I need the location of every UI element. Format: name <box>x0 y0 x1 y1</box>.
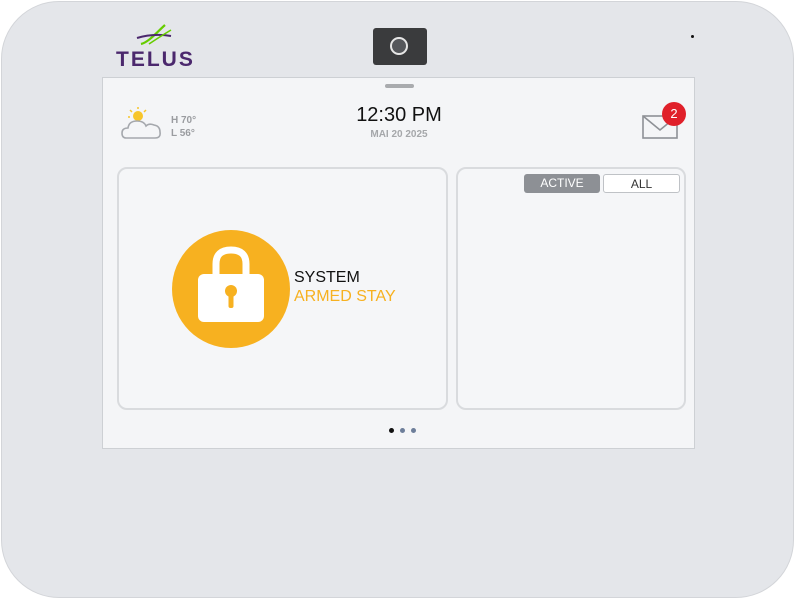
page-dot-1[interactable] <box>389 428 394 433</box>
unread-messages-badge[interactable]: 2 <box>662 102 686 126</box>
current-time: 12:30 PM <box>356 104 442 126</box>
current-date: MAI 20 2025 <box>370 129 428 140</box>
arm-status-button[interactable] <box>172 230 290 348</box>
status-title: SYSTEM <box>294 269 360 286</box>
temperature-low: L 56° <box>171 128 195 139</box>
tab-all[interactable]: ALL <box>603 174 680 193</box>
page-dot-3[interactable] <box>411 428 416 433</box>
page-dot-2[interactable] <box>400 428 405 433</box>
light-sensor <box>691 35 694 38</box>
camera-module <box>373 28 427 65</box>
temperature-readout: H 70° L 56° <box>171 114 196 140</box>
telus-swoosh-icon <box>136 24 172 46</box>
events-card: ACTIVE ALL <box>456 167 686 410</box>
brand-name: TELUS <box>116 48 195 71</box>
camera-lens-icon <box>390 37 408 55</box>
arm-state-label: ARMED STAY <box>294 288 396 305</box>
lock-icon <box>198 246 264 322</box>
tab-active[interactable]: ACTIVE <box>524 174 600 193</box>
security-status-card[interactable]: SYSTEM ARMED STAY <box>117 167 448 410</box>
temperature-high: H 70° <box>171 115 197 126</box>
touch-screen: H 70° L 56° 12:30 PM MAI 20 2025 2 SYSTE… <box>102 77 695 449</box>
clock: 12:30 PM MAI 20 2025 <box>333 104 465 140</box>
pull-down-handle[interactable] <box>385 84 414 88</box>
partly-sunny-icon[interactable] <box>121 106 165 140</box>
telus-logo: TELUS <box>116 24 196 71</box>
